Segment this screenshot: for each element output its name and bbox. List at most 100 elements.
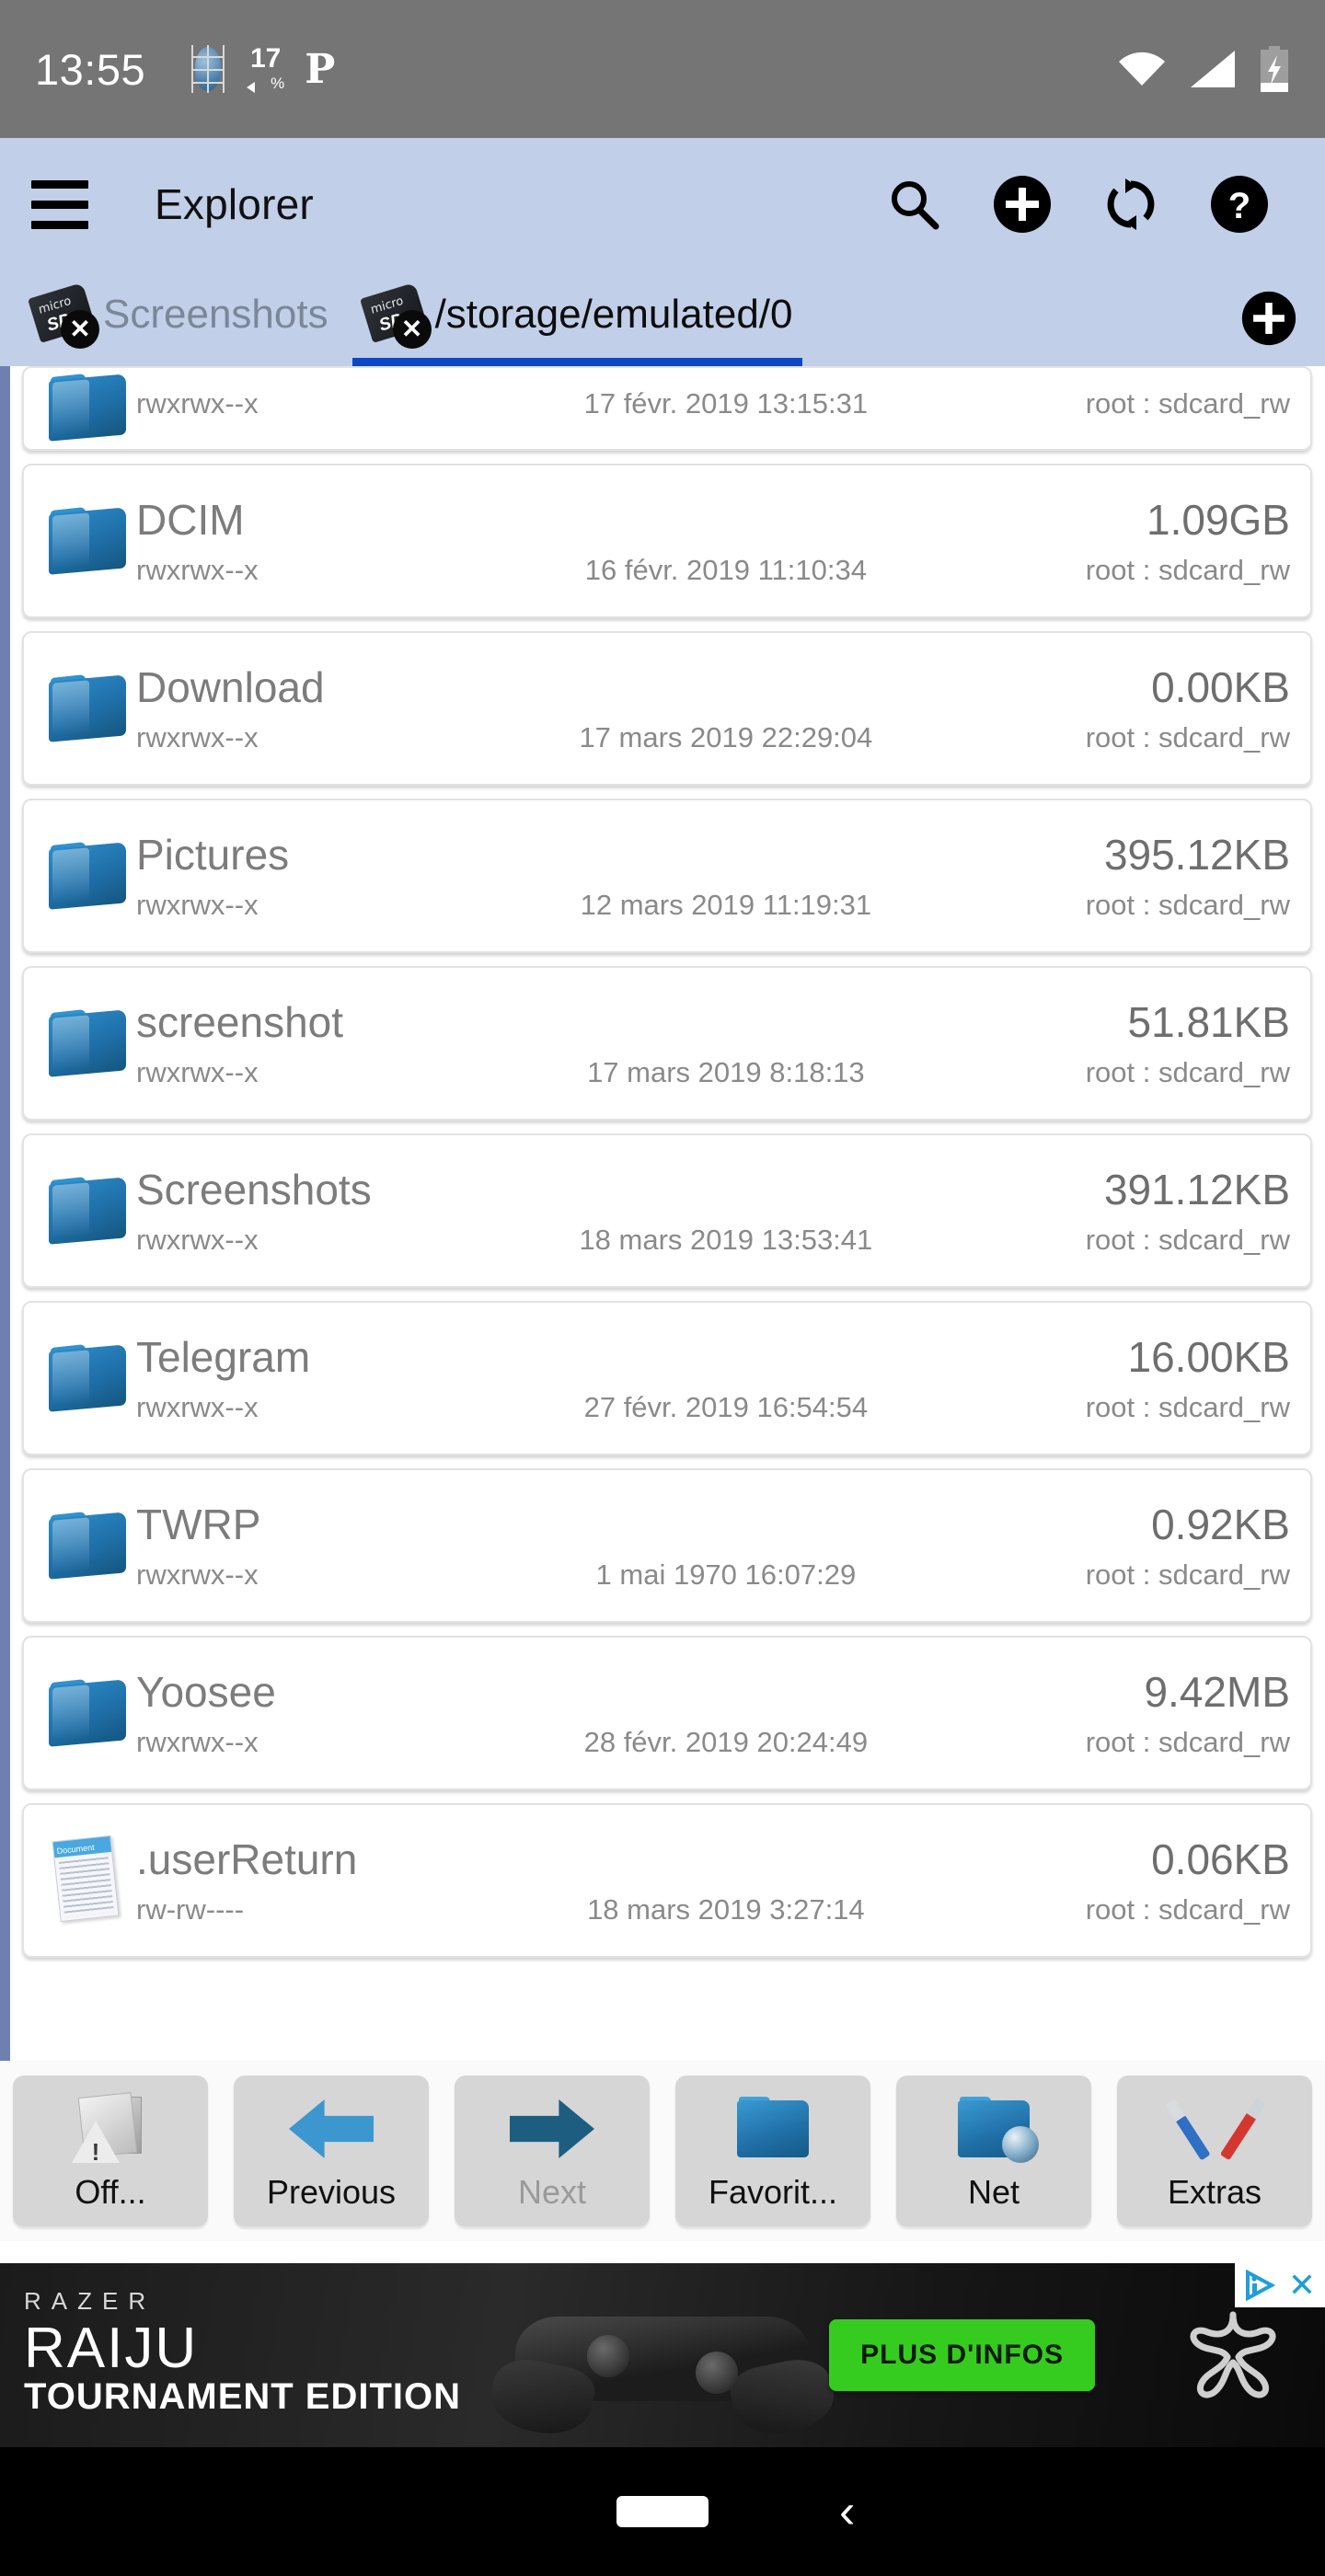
add-button[interactable] bbox=[968, 154, 1077, 255]
file-size: 0.00KB bbox=[1151, 663, 1290, 711]
file-size: 16.00KB bbox=[1127, 1333, 1290, 1381]
table-row[interactable]: Screenshots 391.12KB rwxrwx--x 18 mars 2019… bbox=[22, 1133, 1312, 1288]
file-owner: root : sdcard_rw bbox=[1085, 1224, 1290, 1256]
add-tab-button[interactable] bbox=[1240, 290, 1297, 351]
advertisement-banner[interactable]: RAZER RAIJU TOURNAMENT EDITION PLUS D'IN… bbox=[0, 2263, 1325, 2447]
home-pill-icon[interactable] bbox=[616, 2496, 709, 2527]
file-permissions: rwxrwx--x bbox=[136, 1558, 259, 1591]
toolbar-button-label: Previous bbox=[266, 2173, 397, 2211]
file-size: 395.12KB bbox=[1103, 831, 1290, 879]
toolbar-button-off[interactable]: Off... bbox=[13, 2076, 208, 2226]
file-icon-cell bbox=[40, 374, 136, 442]
status-bar-right-icons bbox=[1117, 46, 1290, 92]
folder-icon bbox=[49, 842, 128, 910]
arrow-left-icon bbox=[289, 2099, 374, 2158]
hamburger-menu-icon[interactable] bbox=[31, 179, 88, 229]
page-title: Explorer bbox=[155, 180, 314, 228]
close-icon[interactable]: ✕ bbox=[1288, 2269, 1316, 2302]
folder-icon bbox=[737, 2097, 809, 2157]
adchoices-icon[interactable] bbox=[1244, 2270, 1279, 2301]
folder-icon bbox=[49, 507, 128, 575]
file-meta: screenshot 51.81KB rwxrwx--x 17 mars 2019 8… bbox=[136, 968, 1290, 1119]
file-icon-cell bbox=[40, 507, 136, 575]
table-row[interactable]: Telegram 16.00KB rwxrwx--x 27 févr. 2019 16… bbox=[22, 1301, 1312, 1455]
status-bar-clock: 13:55 bbox=[35, 44, 146, 94]
tab-storage-emulated-0[interactable]: ✕ /storage/emulated/0 bbox=[345, 263, 810, 366]
file-permissions: rwxrwx--x bbox=[136, 554, 259, 586]
table-row[interactable]: rwxrwx--x 17 févr. 2019 13:15:31 root : sd… bbox=[22, 366, 1312, 451]
vertical-scrollbar[interactable] bbox=[0, 366, 10, 2061]
folder-icon bbox=[49, 1177, 128, 1245]
file-meta: Telegram 16.00KB rwxrwx--x 27 févr. 2019 16… bbox=[136, 1303, 1290, 1454]
table-row[interactable]: Download 0.00KB rwxrwx--x 17 mars 2019 22:2… bbox=[22, 631, 1312, 786]
search-button[interactable] bbox=[859, 154, 968, 255]
file-date: 27 févr. 2019 16:54:54 bbox=[583, 1391, 869, 1423]
close-icon[interactable]: ✕ bbox=[392, 310, 432, 349]
battery-level-indicator: 17 % bbox=[247, 45, 284, 93]
toolbar-button-icon bbox=[737, 2090, 809, 2168]
toolbar-button-icon bbox=[510, 2090, 594, 2168]
file-meta: Screenshots 391.12KB rwxrwx--x 18 mars 2019… bbox=[136, 1135, 1290, 1286]
sim-globe-icon bbox=[190, 45, 226, 93]
close-icon[interactable]: ✕ bbox=[61, 310, 99, 349]
file-meta: Yoosee 9.42MB rwxrwx--x 28 févr. 2019 20:24… bbox=[136, 1638, 1290, 1788]
app-bar-actions: ? bbox=[859, 154, 1294, 255]
file-date: 17 mars 2019 8:18:13 bbox=[587, 1056, 865, 1088]
file-list-container[interactable]: rwxrwx--x 17 févr. 2019 13:15:31 root : sd… bbox=[0, 366, 1325, 2061]
file-date: 17 févr. 2019 13:15:31 bbox=[583, 387, 869, 420]
folder-icon bbox=[49, 674, 128, 742]
table-row[interactable]: Pictures 395.12KB rwxrwx--x 12 mars 2019 11… bbox=[22, 799, 1312, 953]
file-size: 51.81KB bbox=[1127, 998, 1290, 1046]
toolbar-button-extras[interactable]: Extras bbox=[1117, 2076, 1312, 2226]
app-bar: Explorer ? micro SD ✕ Screenshots micro … bbox=[0, 138, 1325, 366]
file-meta: DCIM 1.09GB rwxrwx--x 16 févr. 2019 11:10:3… bbox=[136, 466, 1290, 616]
file-permissions: rwxrwx--x bbox=[136, 387, 259, 420]
toolbar-button-net[interactable]: Net bbox=[896, 2076, 1091, 2226]
file-meta: Pictures 395.12KB rwxrwx--x 12 mars 2019 11… bbox=[136, 800, 1290, 951]
tab-screenshots[interactable]: ✕ Screenshots bbox=[13, 263, 345, 366]
table-row[interactable]: .userReturn 0.06KB rw-rw---- 18 mars 2019 3… bbox=[22, 1803, 1312, 1958]
refresh-button[interactable] bbox=[1077, 154, 1185, 255]
file-name: TWRP bbox=[136, 1501, 261, 1548]
file-meta: Download 0.00KB rwxrwx--x 17 mars 2019 22:2… bbox=[136, 633, 1290, 784]
table-row[interactable]: Yoosee 9.42MB rwxrwx--x 28 févr. 2019 20:24… bbox=[22, 1636, 1312, 1790]
toolbar-button-label: Off... bbox=[75, 2173, 146, 2211]
document-file-icon bbox=[48, 1834, 126, 1925]
app-bar-top-row: Explorer ? bbox=[0, 145, 1325, 263]
ad-cta-button[interactable]: PLUS D'INFOS bbox=[829, 2319, 1095, 2391]
tab-label: Screenshots bbox=[103, 292, 328, 337]
help-button[interactable]: ? bbox=[1185, 154, 1294, 255]
offline-files-warning-icon bbox=[72, 2092, 149, 2163]
back-chevron-icon[interactable]: ‹ bbox=[839, 2488, 855, 2536]
cellular-signal-icon bbox=[1191, 51, 1235, 87]
toolbar-button-icon bbox=[958, 2090, 1039, 2168]
table-row[interactable]: TWRP 0.92KB rwxrwx--x 1 mai 1970 16:07:29 ro… bbox=[22, 1468, 1312, 1623]
folder-icon bbox=[49, 374, 128, 442]
file-name: Telegram bbox=[136, 1333, 311, 1381]
toolbar-button-favorit[interactable]: Favorit... bbox=[675, 2076, 870, 2226]
tab-bar: ✕ Screenshots ✕ /storage/emulated/0 bbox=[0, 263, 1325, 366]
toolbar-button-next[interactable]: Next bbox=[455, 2076, 650, 2226]
file-permissions: rwxrwx--x bbox=[136, 889, 259, 921]
table-row[interactable]: screenshot 51.81KB rwxrwx--x 17 mars 2019 8… bbox=[22, 966, 1312, 1121]
file-owner: root : sdcard_rw bbox=[1085, 1391, 1290, 1423]
file-icon-cell bbox=[40, 674, 136, 742]
file-name: DCIM bbox=[136, 496, 245, 544]
file-date: 17 mars 2019 22:29:04 bbox=[579, 721, 873, 753]
ad-subtitle: TOURNAMENT EDITION bbox=[24, 2376, 462, 2418]
file-owner: root : sdcard_rw bbox=[1085, 1726, 1290, 1758]
bottom-toolbar: Off... Previous Next Favorit... Net Extras bbox=[0, 2061, 1325, 2241]
file-icon-cell bbox=[40, 1679, 136, 1747]
adchoices-container[interactable]: ✕ bbox=[1234, 2263, 1325, 2307]
ad-text-block: RAZER RAIJU TOURNAMENT EDITION bbox=[24, 2287, 461, 2416]
file-icon-cell bbox=[40, 1344, 136, 1412]
file-meta: TWRP 0.92KB rwxrwx--x 1 mai 1970 16:07:29 ro… bbox=[136, 1470, 1290, 1621]
file-owner: root : sdcard_rw bbox=[1085, 1893, 1290, 1926]
file-permissions: rwxrwx--x bbox=[136, 1726, 259, 1758]
file-date: 28 févr. 2019 20:24:49 bbox=[583, 1726, 869, 1758]
toolbar-button-previous[interactable]: Previous bbox=[234, 2076, 429, 2226]
table-row[interactable]: DCIM 1.09GB rwxrwx--x 16 févr. 2019 11:10:3… bbox=[22, 464, 1312, 618]
tab-label: /storage/emulated/0 bbox=[434, 292, 793, 337]
file-owner: root : sdcard_rw bbox=[1085, 554, 1290, 586]
toolbar-button-icon bbox=[289, 2090, 374, 2168]
